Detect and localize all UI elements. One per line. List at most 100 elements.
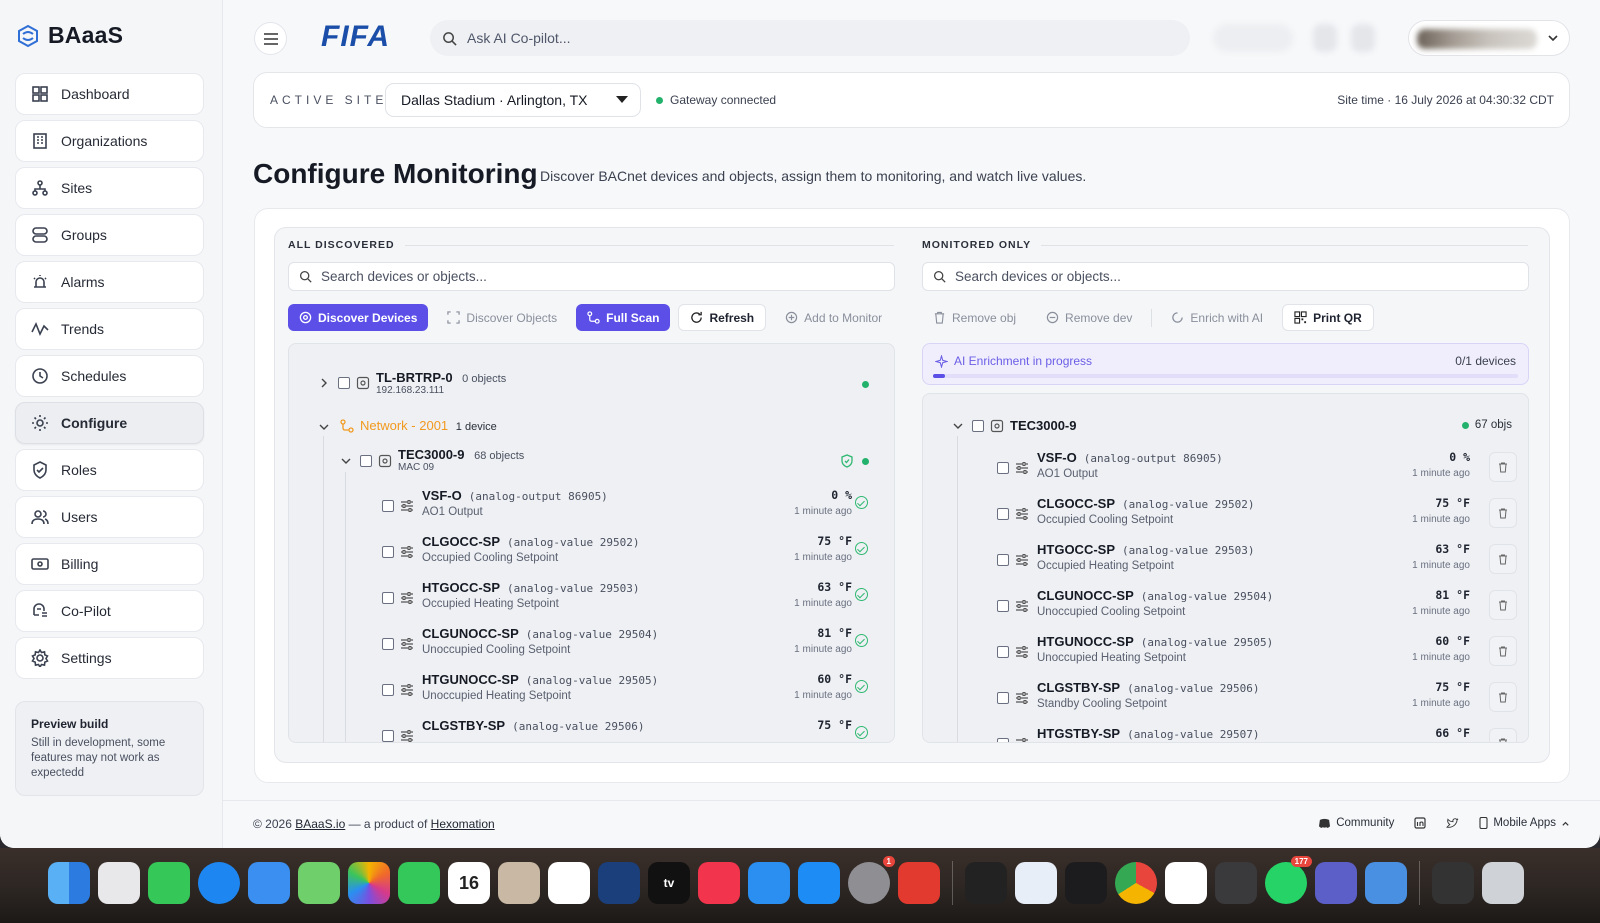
- sidebar-item-schedules[interactable]: Schedules: [15, 355, 204, 397]
- safari-icon[interactable]: [198, 862, 240, 904]
- brand[interactable]: BAaaS: [16, 22, 123, 49]
- acrobat-icon[interactable]: [898, 862, 940, 904]
- object-checkbox[interactable]: [997, 738, 1009, 742]
- twitter-icon[interactable]: [1446, 817, 1459, 829]
- object-row[interactable]: HTGUNOCC-SP (analog-value 29505) Unoccupie…: [923, 632, 1528, 676]
- system-settings-icon[interactable]: 1: [848, 856, 895, 904]
- finder-icon[interactable]: [48, 862, 90, 904]
- robot-app-icon[interactable]: [1365, 862, 1407, 904]
- app-store-icon[interactable]: [798, 862, 840, 904]
- launchpad-icon[interactable]: [98, 862, 140, 904]
- device-name[interactable]: TEC3000-9: [1010, 418, 1076, 433]
- object-row[interactable]: CLGSTBY-SP (analog-value 29506) Standby Co…: [923, 678, 1528, 722]
- downloads-icon[interactable]: [1432, 862, 1474, 904]
- copilot-input[interactable]: [467, 30, 1067, 46]
- print-qr-button[interactable]: Print QR: [1282, 304, 1374, 331]
- network-row[interactable]: Network - 2001 1 device: [360, 418, 497, 433]
- mail-icon[interactable]: [248, 862, 290, 904]
- device-checkbox[interactable]: [972, 420, 984, 432]
- object-checkbox[interactable]: [997, 554, 1009, 566]
- remove-object-button[interactable]: [1489, 728, 1517, 742]
- discover-devices-button[interactable]: Discover Devices: [288, 304, 429, 331]
- discovered-search-input[interactable]: [321, 269, 881, 284]
- community-link[interactable]: Community: [1318, 817, 1394, 829]
- sidebar-item-co-pilot[interactable]: Co-Pilot: [15, 590, 204, 632]
- remove-object-button[interactable]: [1489, 590, 1517, 620]
- add-to-monitor-button[interactable]: Add to Monitor: [774, 304, 893, 331]
- vectorworks-icon[interactable]: [965, 862, 1007, 904]
- sidebar-item-roles[interactable]: Roles: [15, 449, 204, 491]
- monitored-search-input[interactable]: [955, 269, 1515, 284]
- object-row[interactable]: CLGUNOCC-SP (analog-value 29504) Unoccupie…: [923, 586, 1528, 630]
- mobile-apps-link[interactable]: Mobile Apps: [1479, 817, 1570, 829]
- calendar-icon[interactable]: 16: [448, 862, 490, 904]
- chrome-icon[interactable]: [1115, 862, 1157, 904]
- freeform-icon[interactable]: [598, 862, 640, 904]
- chevron-right-icon[interactable]: [319, 378, 329, 388]
- linkedin-icon[interactable]: [1414, 817, 1426, 829]
- music-icon[interactable]: [698, 862, 740, 904]
- whatsapp-icon[interactable]: 177: [1265, 856, 1312, 904]
- messages-icon[interactable]: [148, 862, 190, 904]
- device-checkbox[interactable]: [360, 455, 372, 467]
- device-row[interactable]: TL-BRTRP-0 0 objects 192.168.23.111: [376, 370, 506, 396]
- chevron-down-icon[interactable]: [953, 421, 963, 431]
- sidebar-item-groups[interactable]: Groups: [15, 214, 204, 256]
- remove-object-button[interactable]: [1489, 682, 1517, 712]
- blurred-control[interactable]: [1213, 24, 1293, 52]
- remove-object-button[interactable]: [1489, 636, 1517, 666]
- xcode-instruments-icon[interactable]: [1015, 862, 1057, 904]
- apple-tv-icon[interactable]: tv: [648, 862, 690, 904]
- terminal-icon[interactable]: [1065, 862, 1107, 904]
- site-select[interactable]: Dallas Stadium · Arlington, TX: [385, 83, 641, 117]
- sidebar-item-trends[interactable]: Trends: [15, 308, 204, 350]
- contacts-icon[interactable]: [498, 862, 540, 904]
- object-checkbox[interactable]: [382, 546, 394, 558]
- facetime-icon[interactable]: [398, 862, 440, 904]
- blurred-icon[interactable]: [1313, 24, 1337, 52]
- object-row[interactable]: CLGUNOCC-SP (analog-value 29504) Unoccupie…: [289, 624, 894, 668]
- object-row[interactable]: HTGOCC-SP (analog-value 29503) Occupied He…: [923, 540, 1528, 584]
- object-row[interactable]: VSF-O (analog-output 86905) AO1 Output 0 % 1…: [923, 448, 1528, 492]
- object-checkbox[interactable]: [382, 730, 394, 742]
- sidebar-item-dashboard[interactable]: Dashboard: [15, 73, 204, 115]
- object-row[interactable]: CLGOCC-SP (analog-value 29502) Occupied Co…: [289, 532, 894, 576]
- sidebar-item-sites[interactable]: Sites: [15, 167, 204, 209]
- sidebar-item-billing[interactable]: Billing: [15, 543, 204, 585]
- hexomation-link[interactable]: Hexomation: [431, 817, 495, 831]
- object-row[interactable]: HTGOCC-SP (analog-value 29503) Occupied He…: [289, 578, 894, 622]
- object-row[interactable]: HTGUNOCC-SP (analog-value 29505) Unoccupie…: [289, 670, 894, 714]
- sublime-text-icon[interactable]: [1215, 862, 1257, 904]
- object-row[interactable]: CLGOCC-SP (analog-value 29502) Occupied Co…: [923, 494, 1528, 538]
- sidebar-item-settings[interactable]: Settings: [15, 637, 204, 679]
- photos-icon[interactable]: [348, 862, 390, 904]
- remove-object-button[interactable]: [1489, 498, 1517, 528]
- chevron-down-icon[interactable]: [341, 456, 351, 466]
- object-checkbox[interactable]: [997, 508, 1009, 520]
- sidebar-item-users[interactable]: Users: [15, 496, 204, 538]
- object-checkbox[interactable]: [382, 638, 394, 650]
- maps-icon[interactable]: [298, 862, 340, 904]
- user-menu[interactable]: [1408, 20, 1570, 56]
- object-row[interactable]: HTGSTBY-SP (analog-value 29507) 66 °F: [923, 724, 1528, 742]
- refresh-button[interactable]: Refresh: [678, 304, 767, 331]
- sidebar-item-organizations[interactable]: Organizations: [15, 120, 204, 162]
- object-checkbox[interactable]: [997, 646, 1009, 658]
- discovered-search[interactable]: [288, 262, 895, 291]
- object-checkbox[interactable]: [382, 592, 394, 604]
- chatgpt-icon[interactable]: [1165, 862, 1207, 904]
- remove-object-button[interactable]: [1489, 544, 1517, 574]
- menu-toggle-button[interactable]: [254, 22, 287, 55]
- org-logo[interactable]: FIFA: [321, 20, 390, 54]
- monitored-search[interactable]: [922, 262, 1529, 291]
- copilot-search[interactable]: [430, 20, 1190, 56]
- object-checkbox[interactable]: [997, 692, 1009, 704]
- reminders-icon[interactable]: [548, 862, 590, 904]
- object-checkbox[interactable]: [997, 462, 1009, 474]
- device-row[interactable]: TEC3000-9 68 objects MAC 09: [398, 447, 524, 473]
- remove-object-button[interactable]: Remove obj: [922, 304, 1027, 331]
- full-scan-button[interactable]: Full Scan: [576, 304, 671, 331]
- enrich-ai-button[interactable]: Enrich with AI: [1160, 304, 1274, 331]
- sidebar-item-alarms[interactable]: Alarms: [15, 261, 204, 303]
- object-row[interactable]: CLGSTBY-SP (analog-value 29506) 75 °F: [289, 716, 894, 742]
